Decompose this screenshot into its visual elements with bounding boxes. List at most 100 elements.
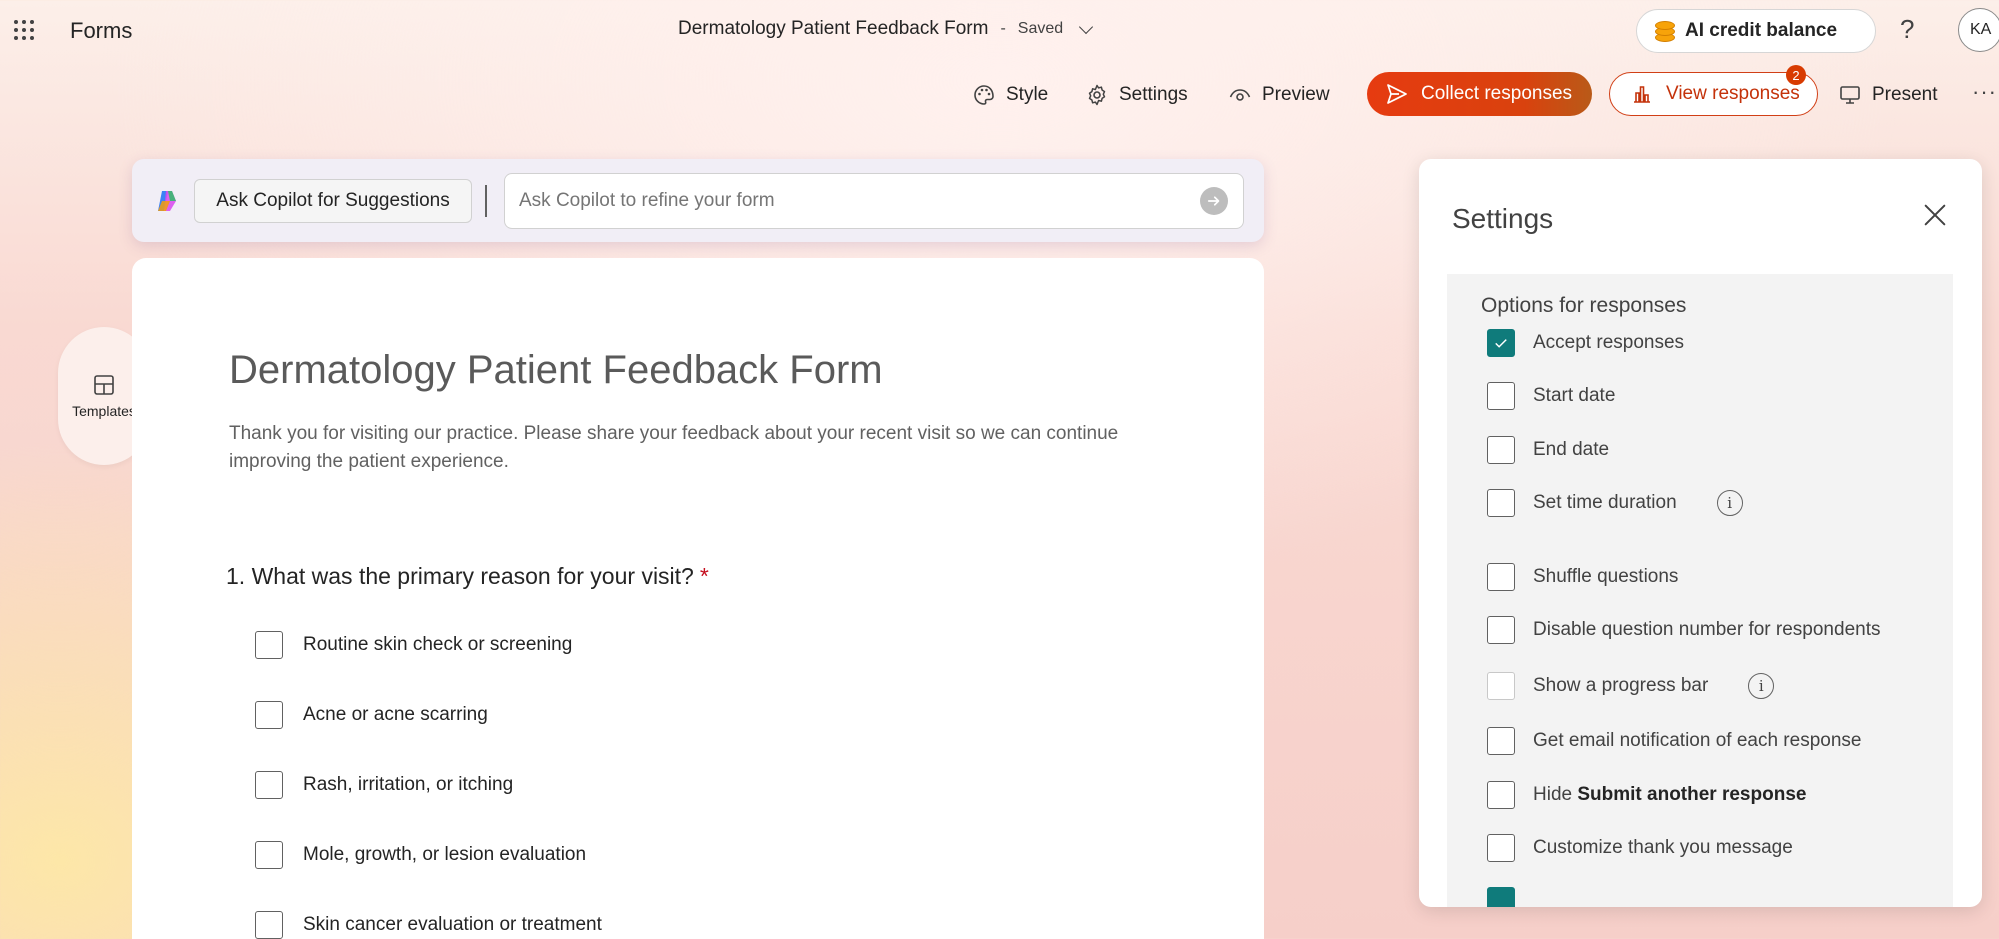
option-item[interactable]: Skin cancer evaluation or treatment (255, 910, 602, 939)
avatar[interactable]: KA (1958, 8, 1999, 52)
collect-responses-label: Collect responses (1421, 83, 1573, 104)
document-title: Dermatology Patient Feedback Form (678, 18, 989, 39)
option-checkbox[interactable] (255, 631, 283, 659)
palette-icon (974, 85, 994, 105)
divider (485, 185, 487, 217)
disable-question-number-option[interactable]: Disable question number for respondents (1487, 615, 1880, 645)
ask-copilot-button[interactable]: Ask Copilot for Suggestions (194, 179, 472, 223)
settings-label: Settings (1119, 84, 1188, 105)
chevron-down-icon[interactable] (1079, 19, 1094, 35)
view-responses-label: View responses (1666, 83, 1800, 104)
option-checkbox[interactable] (255, 841, 283, 869)
start-date-option[interactable]: Start date (1487, 381, 1615, 411)
customize-thank-you-checkbox[interactable] (1487, 834, 1515, 862)
accept-responses-label: Accept responses (1533, 332, 1685, 353)
shuffle-questions-label: Shuffle questions (1533, 566, 1679, 587)
show-progress-bar-label: Show a progress bar (1533, 675, 1709, 696)
form-title[interactable]: Dermatology Patient Feedback Form (229, 348, 883, 393)
arrow-right-icon[interactable] (1200, 187, 1228, 215)
info-icon[interactable]: i (1716, 490, 1743, 516)
app-launcher-icon[interactable] (12, 18, 36, 42)
submit-another-response-text: Submit another response (1577, 784, 1807, 805)
show-progress-bar-checkbox[interactable] (1487, 672, 1515, 700)
option-item[interactable]: Mole, growth, or lesion evaluation (255, 840, 586, 870)
end-date-option[interactable]: End date (1487, 435, 1609, 465)
start-date-checkbox[interactable] (1487, 382, 1515, 410)
option-label: Routine skin check or screening (303, 634, 573, 655)
cut-off-option[interactable] (1487, 886, 1515, 907)
present-label: Present (1872, 84, 1938, 105)
show-progress-bar-option[interactable]: Show a progress bar i (1487, 671, 1775, 701)
option-label: Skin cancer evaluation or treatment (303, 914, 602, 935)
help-icon[interactable]: ? (1900, 14, 1914, 45)
style-button[interactable]: Style (972, 80, 1048, 110)
hide-submit-another-label: Hide Submit another response (1533, 784, 1806, 806)
settings-panel: Settings Options for responses Accept re… (1419, 159, 1982, 907)
form-description[interactable]: Thank you for visiting our practice. Ple… (229, 420, 1149, 476)
end-date-checkbox[interactable] (1487, 436, 1515, 464)
option-label: Mole, growth, or lesion evaluation (303, 844, 587, 865)
templates-label: Templates (72, 403, 136, 419)
disable-question-number-label: Disable question number for respondents (1533, 619, 1881, 640)
hide-prefix: Hide (1533, 784, 1573, 805)
presentation-icon (1840, 86, 1860, 104)
close-icon[interactable] (1921, 201, 1949, 229)
style-label: Style (1006, 84, 1049, 105)
shuffle-questions-option[interactable]: Shuffle questions (1487, 562, 1678, 592)
preview-button[interactable]: Preview (1228, 80, 1330, 110)
gear-icon (1088, 84, 1106, 106)
email-notification-label: Get email notification of each response (1533, 730, 1862, 751)
email-notification-option[interactable]: Get email notification of each response (1487, 726, 1861, 756)
option-item[interactable]: Routine skin check or screening (255, 630, 572, 660)
start-date-label: Start date (1533, 385, 1616, 406)
question-1[interactable]: 1. What was the primary reason for your … (226, 563, 709, 590)
settings-button[interactable]: Settings (1085, 80, 1188, 110)
hide-submit-another-checkbox[interactable] (1487, 781, 1515, 809)
set-time-duration-option[interactable]: Set time duration i (1487, 488, 1743, 518)
section-title: Options for responses (1481, 294, 1687, 317)
option-label: Acne or acne scarring (303, 704, 488, 725)
ai-credit-balance-button[interactable]: AI credit balance (1636, 9, 1876, 53)
customize-thank-you-label: Customize thank you message (1533, 837, 1793, 858)
checkmark-icon (1495, 339, 1507, 348)
ai-credit-balance-label: AI credit balance (1685, 20, 1838, 41)
shuffle-questions-checkbox[interactable] (1487, 563, 1515, 591)
settings-title: Settings (1452, 203, 1554, 234)
form-card: Dermatology Patient Feedback Form Thank … (132, 258, 1264, 939)
document-title-group[interactable]: Dermatology Patient Feedback Form - Save… (678, 18, 1094, 40)
copilot-input[interactable] (504, 173, 1244, 229)
coins-icon (1655, 19, 1675, 43)
option-item[interactable]: Acne or acne scarring (255, 700, 488, 730)
option-checkbox[interactable] (255, 771, 283, 799)
app-name[interactable]: Forms (70, 18, 132, 44)
bar-chart-icon (1634, 86, 1650, 103)
title-separator: - (1000, 20, 1006, 37)
collect-responses-button[interactable]: Collect responses (1367, 72, 1592, 116)
accept-responses-checkbox[interactable] (1487, 329, 1515, 357)
template-layout-icon (94, 375, 114, 395)
info-icon[interactable]: i (1748, 673, 1775, 699)
option-label: Rash, irritation, or itching (303, 774, 514, 795)
end-date-label: End date (1533, 439, 1610, 460)
eye-icon (1229, 89, 1251, 101)
copilot-logo-icon (158, 191, 176, 211)
email-notification-checkbox[interactable] (1487, 727, 1515, 755)
option-checkbox[interactable] (255, 701, 283, 729)
customize-thank-you-option[interactable]: Customize thank you message (1487, 833, 1793, 863)
more-options-icon[interactable]: ··· (1972, 79, 1997, 105)
set-time-duration-label: Set time duration (1533, 492, 1677, 513)
hide-submit-another-option[interactable]: Hide Submit another response (1487, 780, 1806, 810)
preview-label: Preview (1262, 84, 1330, 105)
option-item[interactable]: Rash, irritation, or itching (255, 770, 513, 800)
set-time-duration-checkbox[interactable] (1487, 489, 1515, 517)
question-text: What was the primary reason for your vis… (251, 563, 694, 589)
responses-count-badge: 2 (1786, 65, 1806, 85)
options-for-responses-section: Options for responses Accept responses S… (1447, 274, 1953, 907)
save-status: Saved (1017, 20, 1064, 37)
disable-question-number-checkbox[interactable] (1487, 616, 1515, 644)
accept-responses-option[interactable]: Accept responses (1487, 328, 1684, 358)
present-button[interactable]: Present (1838, 80, 1937, 110)
copilot-bar: Ask Copilot for Suggestions (132, 159, 1264, 242)
option-checkbox[interactable] (255, 911, 283, 939)
cut-off-checkbox[interactable] (1487, 887, 1515, 907)
